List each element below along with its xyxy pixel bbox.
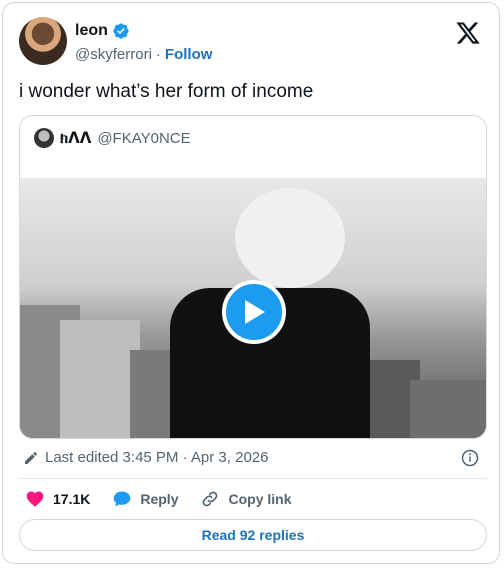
video-thumbnail[interactable]: [20, 178, 486, 438]
author-handle-row: @skyferrori · Follow: [75, 46, 212, 63]
author-name[interactable]: leon: [75, 22, 108, 40]
edited-indicator[interactable]: Last edited 3:45 PM · Apr 3, 2026: [23, 449, 268, 466]
edited-text: Last edited 3:45 PM · Apr 3, 2026: [45, 449, 269, 466]
read-replies-button[interactable]: Read 92 replies: [19, 519, 487, 551]
like-count: 17.1K: [53, 491, 91, 507]
x-logo-icon[interactable]: [455, 20, 481, 46]
copy-link-label: Copy link: [228, 491, 292, 507]
play-button[interactable]: [222, 280, 286, 344]
author-avatar[interactable]: [19, 17, 67, 65]
play-icon: [245, 300, 265, 324]
verified-badge-icon: [113, 23, 129, 39]
reply-button[interactable]: Reply: [112, 489, 178, 509]
action-bar: 17.1K Reply Copy link: [25, 489, 314, 509]
reply-bubble-icon: [114, 491, 131, 507]
like-button[interactable]: 17.1K: [25, 489, 90, 509]
pencil-icon: [25, 451, 38, 464]
copy-link-button[interactable]: Copy link: [200, 489, 292, 509]
quoted-avatar: [34, 128, 54, 148]
quoted-name: ክᐱᐱ: [60, 130, 92, 147]
info-icon[interactable]: [461, 449, 479, 467]
quoted-tweet[interactable]: ክᐱᐱ @FKAY0NCE: [19, 115, 487, 439]
follow-button[interactable]: Follow: [165, 46, 213, 63]
separator-dot: ·: [155, 46, 161, 63]
divider: [19, 478, 487, 479]
quoted-handle: @FKAY0NCE: [97, 129, 191, 147]
author-name-row: leon: [75, 22, 130, 40]
quoted-tweet-header: ክᐱᐱ @FKAY0NCE: [34, 128, 191, 148]
tweet-card: leon @skyferrori · Follow i wonder what’…: [2, 2, 500, 564]
reply-label: Reply: [140, 491, 179, 507]
link-icon: [203, 491, 218, 507]
heart-icon: [26, 491, 44, 507]
author-handle[interactable]: @skyferrori: [75, 46, 152, 63]
tweet-text: i wonder what’s her form of income: [19, 81, 314, 102]
